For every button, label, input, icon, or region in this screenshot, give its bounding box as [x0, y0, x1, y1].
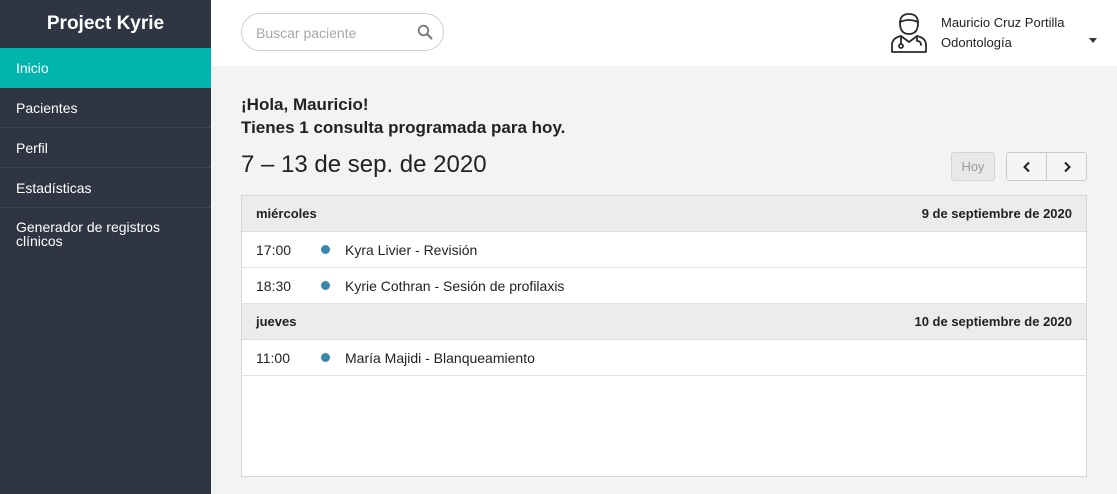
day-weekday: miércoles [256, 206, 317, 221]
sidebar-item-perfil[interactable]: Perfil [0, 128, 211, 168]
search-box[interactable] [241, 13, 444, 51]
prev-week-button[interactable] [1007, 153, 1046, 180]
day-header: miércoles 9 de septiembre de 2020 [242, 196, 1086, 232]
sidebar-item-generador[interactable]: Generador de registros clínicos [0, 208, 211, 264]
appointment-row[interactable]: 18:30 Kyrie Cothran - Sesión de profilax… [242, 268, 1086, 304]
greeting: ¡Hola, Mauricio! Tienes 1 consulta progr… [241, 93, 565, 139]
sidebar-item-estadisticas[interactable]: Estadísticas [0, 168, 211, 208]
appointment-title: María Majidi - Blanqueamiento [345, 349, 535, 366]
next-week-button[interactable] [1046, 153, 1086, 180]
chevron-left-icon [1022, 161, 1030, 172]
top-bar: Mauricio Cruz Portilla Odontología [211, 0, 1117, 66]
chevron-right-icon [1063, 161, 1071, 172]
event-dot-icon [321, 281, 330, 290]
appointment-time: 11:00 [256, 349, 290, 366]
sidebar-item-label: Perfil [16, 139, 48, 156]
main-content: ¡Hola, Mauricio! Tienes 1 consulta progr… [211, 66, 1117, 494]
appointments-summary: Tienes 1 consulta programada para hoy. [241, 118, 566, 137]
sidebar: Project Kyrie Inicio Pacientes Perfil Es… [0, 0, 211, 494]
user-name: Mauricio Cruz Portilla [941, 15, 1065, 30]
sidebar-item-label: Inicio [16, 59, 49, 76]
caret-down-icon[interactable] [1089, 38, 1097, 43]
event-dot-icon [321, 245, 330, 254]
sidebar-item-label: Estadísticas [16, 179, 92, 196]
doctor-avatar-icon [891, 13, 927, 53]
sidebar-item-inicio[interactable]: Inicio [0, 48, 211, 88]
user-role: Odontología [941, 35, 1012, 50]
sidebar-item-label: Pacientes [16, 99, 78, 116]
calendar-nav [1006, 152, 1087, 181]
calendar-range-title: 7 – 13 de sep. de 2020 [241, 151, 487, 178]
appointment-row[interactable]: 17:00 Kyra Livier - Revisión [242, 232, 1086, 268]
appointment-title: Kyra Livier - Revisión [345, 241, 478, 258]
sidebar-item-pacientes[interactable]: Pacientes [0, 88, 211, 128]
appointment-title: Kyrie Cothran - Sesión de profilaxis [345, 277, 565, 294]
day-date[interactable]: 9 de septiembre de 2020 [922, 206, 1072, 221]
sidebar-item-label: Generador de registros clínicos [16, 219, 160, 249]
agenda-list: miércoles 9 de septiembre de 2020 17:00 … [241, 195, 1087, 477]
user-menu[interactable]: Mauricio Cruz Portilla Odontología [889, 10, 1104, 56]
appointment-time: 18:30 [256, 277, 292, 294]
appointment-row[interactable]: 11:00 María Majidi - Blanqueamiento [242, 340, 1086, 376]
app-title: Project Kyrie [46, 13, 165, 34]
appointment-time: 17:00 [256, 241, 292, 258]
today-button[interactable]: Hoy [951, 152, 995, 181]
event-dot-icon [321, 353, 330, 362]
day-header: jueves 10 de septiembre de 2020 [242, 304, 1086, 340]
search-icon[interactable] [417, 24, 433, 40]
search-input[interactable] [256, 23, 406, 43]
day-weekday: jueves [256, 314, 297, 329]
day-date[interactable]: 10 de septiembre de 2020 [914, 314, 1072, 329]
greeting-line: ¡Hola, Mauricio! [241, 95, 369, 114]
